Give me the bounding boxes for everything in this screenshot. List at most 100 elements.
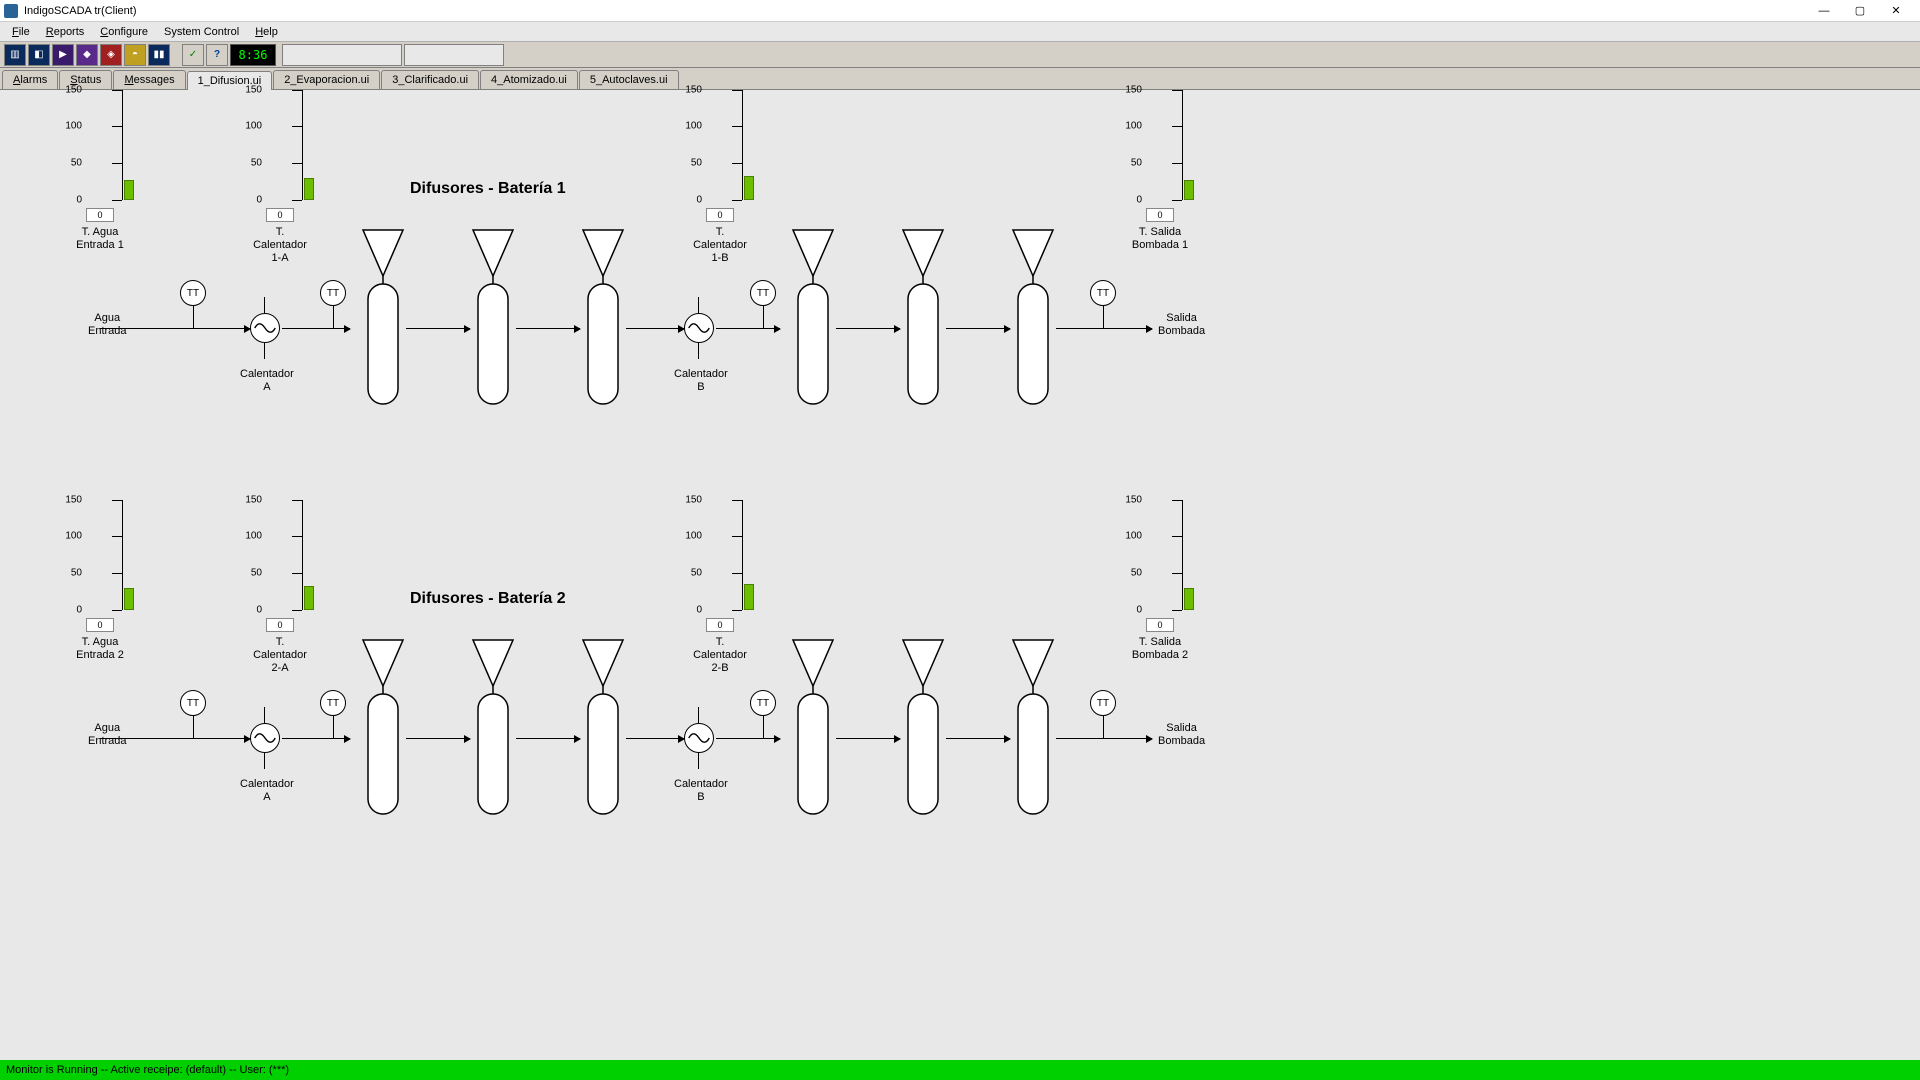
flow-line	[100, 738, 250, 739]
flow-line	[716, 738, 780, 739]
status-text: Monitor is Running -- Active receipe: (d…	[6, 1064, 289, 1076]
flow-line	[406, 328, 470, 329]
diffuser-vessel	[1010, 638, 1056, 828]
flow-line	[282, 738, 350, 739]
gauge-g2_2-value[interactable]: 0	[266, 618, 294, 632]
gauge-g1_1: 150 100 50 0 0 T. AguaEntrada 1	[70, 90, 130, 252]
tool-btn-7[interactable]: ▮▮	[148, 44, 170, 66]
diffuser-vessel	[470, 228, 516, 418]
tool-btn-4[interactable]: ◆	[76, 44, 98, 66]
minimize-button[interactable]: —	[1812, 3, 1836, 19]
tab-evaporacion[interactable]: 2_Evaporacion.ui	[273, 70, 380, 89]
tt-indicator: TT	[1090, 280, 1116, 306]
tt-indicator: TT	[180, 690, 206, 716]
flow-line	[282, 328, 350, 329]
heater-icon	[250, 313, 280, 343]
menubar: File Reports Configure System Control He…	[0, 22, 1920, 42]
flow-line	[516, 328, 580, 329]
flow-line	[406, 738, 470, 739]
toolbar-clock: 8:36	[230, 44, 276, 66]
flow-line	[100, 328, 250, 329]
section-title-section1: Difusores - Batería 1	[410, 180, 566, 198]
label-calentador-b: CalentadorB	[674, 778, 728, 804]
toolbar-field-1[interactable]	[282, 44, 402, 66]
tabbar: Alarms Status Messages 1_Difusion.ui 2_E…	[0, 68, 1920, 90]
section-title-section2: Difusores - Batería 2	[410, 590, 566, 608]
label-agua-entrada: AguaEntrada	[88, 722, 127, 748]
maximize-button[interactable]: ▢	[1848, 3, 1872, 19]
flow-line	[516, 738, 580, 739]
flow-line	[1056, 328, 1152, 329]
diffuser-vessel	[790, 638, 836, 828]
app-icon	[4, 4, 18, 18]
tool-btn-3[interactable]: ▶	[52, 44, 74, 66]
gauge-g2_3-value[interactable]: 0	[706, 618, 734, 632]
label-calentador-a: CalentadorA	[240, 778, 294, 804]
flow-line	[1056, 738, 1152, 739]
tool-btn-2[interactable]: ◧	[28, 44, 50, 66]
statusbar: Monitor is Running -- Active receipe: (d…	[0, 1060, 1920, 1080]
diffuser-vessel	[580, 228, 626, 418]
tool-btn-1[interactable]: ▥	[4, 44, 26, 66]
tool-btn-6[interactable]: ◓	[124, 44, 146, 66]
flow-line	[946, 328, 1010, 329]
tt-indicator: TT	[750, 280, 776, 306]
gauge-g1_1-value[interactable]: 0	[86, 208, 114, 222]
diffuser-vessel	[580, 638, 626, 828]
gauge-g2_2: 150 100 50 0 0 T. Calentador2-A	[250, 500, 310, 675]
menu-configure[interactable]: Configure	[94, 24, 154, 40]
gauge-g2_4: 150 100 50 0 0 T. SalidaBombada 2	[1130, 500, 1190, 662]
window-title: IndigoSCADA tr(Client)	[24, 5, 137, 17]
diffuser-vessel	[790, 228, 836, 418]
diffuser-vessel	[1010, 228, 1056, 418]
gauge-g1_4: 150 100 50 0 0 T. SalidaBombada 1	[1130, 90, 1190, 252]
menu-system-control[interactable]: System Control	[158, 24, 245, 40]
close-button[interactable]: ✕	[1884, 3, 1908, 19]
menu-reports[interactable]: Reports	[40, 24, 91, 40]
label-salida-bombada: SalidaBombada	[1158, 722, 1205, 748]
tool-btn-help[interactable]: ?	[206, 44, 228, 66]
gauge-g1_2: 150 100 50 0 0 T. Calentador1-A	[250, 90, 310, 265]
tt-indicator: TT	[320, 690, 346, 716]
menu-help[interactable]: Help	[249, 24, 284, 40]
heater-icon	[684, 313, 714, 343]
label-calentador-b: CalentadorB	[674, 368, 728, 394]
gauge-g2_1: 150 100 50 0 0 T. AguaEntrada 2	[70, 500, 130, 662]
label-agua-entrada: AguaEntrada	[88, 312, 127, 338]
tab-messages[interactable]: Messages	[113, 70, 185, 89]
gauge-g1_2-value[interactable]: 0	[266, 208, 294, 222]
gauge-g1_3: 150 100 50 0 0 T. Calentador1-B	[690, 90, 750, 265]
flow-line	[836, 738, 900, 739]
flow-line	[626, 738, 684, 739]
tool-btn-check[interactable]: ✓	[182, 44, 204, 66]
tab-alarms[interactable]: Alarms	[2, 70, 58, 89]
diffuser-vessel	[360, 638, 406, 828]
diffuser-vessel	[360, 228, 406, 418]
flow-line	[946, 738, 1010, 739]
tt-indicator: TT	[320, 280, 346, 306]
tab-clarificado[interactable]: 3_Clarificado.ui	[381, 70, 479, 89]
label-calentador-a: CalentadorA	[240, 368, 294, 394]
label-salida-bombada: SalidaBombada	[1158, 312, 1205, 338]
tab-atomizado[interactable]: 4_Atomizado.ui	[480, 70, 578, 89]
gauge-g2_3: 150 100 50 0 0 T. Calentador2-B	[690, 500, 750, 675]
diffuser-vessel	[900, 638, 946, 828]
menu-file[interactable]: File	[6, 24, 36, 40]
diffuser-vessel	[900, 228, 946, 418]
tt-indicator: TT	[750, 690, 776, 716]
tool-btn-5[interactable]: ◈	[100, 44, 122, 66]
tt-indicator: TT	[180, 280, 206, 306]
gauge-g2_4-value[interactable]: 0	[1146, 618, 1174, 632]
toolbar-field-2[interactable]	[404, 44, 504, 66]
process-canvas: 150 100 50 0 0 T. AguaEntrada 1 150 100 …	[0, 90, 1920, 1060]
diffuser-vessel	[470, 638, 516, 828]
tab-autoclaves[interactable]: 5_Autoclaves.ui	[579, 70, 679, 89]
heater-icon	[684, 723, 714, 753]
gauge-g1_4-value[interactable]: 0	[1146, 208, 1174, 222]
window-controls: — ▢ ✕	[1812, 3, 1916, 19]
titlebar: IndigoSCADA tr(Client) — ▢ ✕	[0, 0, 1920, 22]
gauge-g1_3-value[interactable]: 0	[706, 208, 734, 222]
gauge-g2_1-value[interactable]: 0	[86, 618, 114, 632]
heater-icon	[250, 723, 280, 753]
flow-line	[716, 328, 780, 329]
